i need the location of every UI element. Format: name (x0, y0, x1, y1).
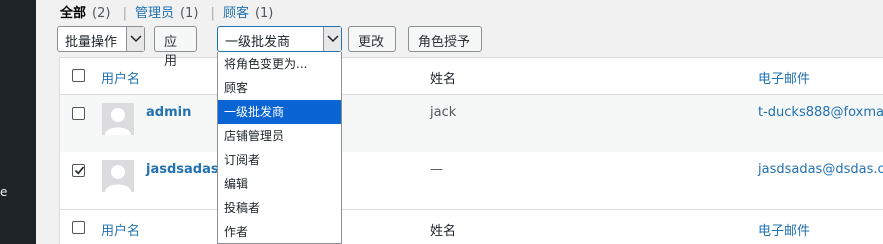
filter-customer-link[interactable]: 顾客 (223, 6, 249, 21)
bulk-action-select[interactable]: 批量操作 (57, 26, 145, 52)
column-username-footer[interactable]: 用户名 (101, 220, 140, 239)
column-username-header[interactable]: 用户名 (101, 68, 140, 87)
role-option[interactable]: 店铺管理员 (218, 124, 341, 148)
username-link[interactable]: jasdsadas (146, 162, 219, 177)
email-link[interactable]: t-ducks888@foxmail.com (758, 105, 883, 120)
change-role-select[interactable]: 一级批发商 (217, 26, 342, 52)
change-button[interactable]: 更改 (348, 26, 396, 52)
row-checkbox[interactable] (72, 164, 85, 177)
chevron-down-icon (130, 35, 142, 43)
name-cell: — (430, 162, 443, 177)
role-option[interactable]: 投稿者 (218, 196, 341, 220)
email-link[interactable]: jasdsadas@dsdas.com (758, 162, 883, 177)
apply-button[interactable]: 应用 (154, 26, 197, 69)
select-arrow[interactable] (126, 27, 144, 51)
filter-all-count: (2) (92, 6, 111, 21)
grant-role-button[interactable]: 角色授予 (408, 26, 482, 52)
filter-separator: | (210, 6, 215, 21)
role-option[interactable]: 作者 (218, 220, 341, 244)
select-arrow[interactable] (323, 27, 341, 51)
change-role-value: 一级批发商 (225, 35, 291, 50)
username-link[interactable]: admin (146, 105, 191, 120)
filter-admin-link[interactable]: 管理员 (135, 6, 174, 21)
column-name-footer: 姓名 (430, 224, 457, 239)
admin-sidebar: e (0, 0, 36, 244)
table-row: admin jack t-ducks888@foxmail.com (60, 95, 883, 152)
name-cell: jack (430, 105, 457, 120)
bulk-action-value: 批量操作 (65, 35, 118, 50)
filter-customer-count: (1) (254, 6, 274, 21)
role-option[interactable]: 一级批发商 (218, 100, 341, 124)
table-row: jasdsadas — jasdsadas@dsdas.com (60, 152, 883, 209)
chevron-down-icon (327, 35, 339, 43)
column-email-header[interactable]: 电子邮件 (758, 68, 810, 87)
sidebar-menu-fragment[interactable]: e (0, 185, 7, 199)
select-all-checkbox[interactable] (72, 69, 85, 82)
role-option[interactable]: 编辑 (218, 172, 341, 196)
column-name-header: 姓名 (430, 72, 457, 87)
checkmark-icon (74, 166, 85, 175)
table-header-row: 用户名 姓名 电子邮件 (60, 58, 883, 95)
avatar-placeholder-icon (105, 108, 131, 135)
role-option[interactable]: 将角色变更为... (218, 52, 341, 76)
row-checkbox[interactable] (72, 107, 85, 120)
avatar-placeholder-icon (105, 165, 131, 192)
avatar (102, 160, 134, 192)
column-email-footer[interactable]: 电子邮件 (758, 220, 810, 239)
role-filter-links: 全部 (2) | 管理员 (1) | 顾客 (1) (60, 2, 274, 21)
role-option[interactable]: 顾客 (218, 76, 341, 100)
role-option[interactable]: 订阅者 (218, 148, 341, 172)
table-footer-row: 用户名 姓名 电子邮件 (60, 209, 883, 244)
filter-admin-count: (1) (179, 6, 199, 21)
avatar (102, 103, 134, 135)
select-all-checkbox[interactable] (72, 221, 85, 234)
filter-separator: | (122, 6, 127, 21)
role-dropdown-list: 将角色变更为... 顾客 一级批发商 店铺管理员 订阅者 编辑 投稿者 作者 (217, 52, 342, 244)
filter-all-link[interactable]: 全部 (60, 6, 86, 21)
users-table: 用户名 姓名 电子邮件 admin jack t-ducks888@foxmai… (59, 57, 883, 244)
